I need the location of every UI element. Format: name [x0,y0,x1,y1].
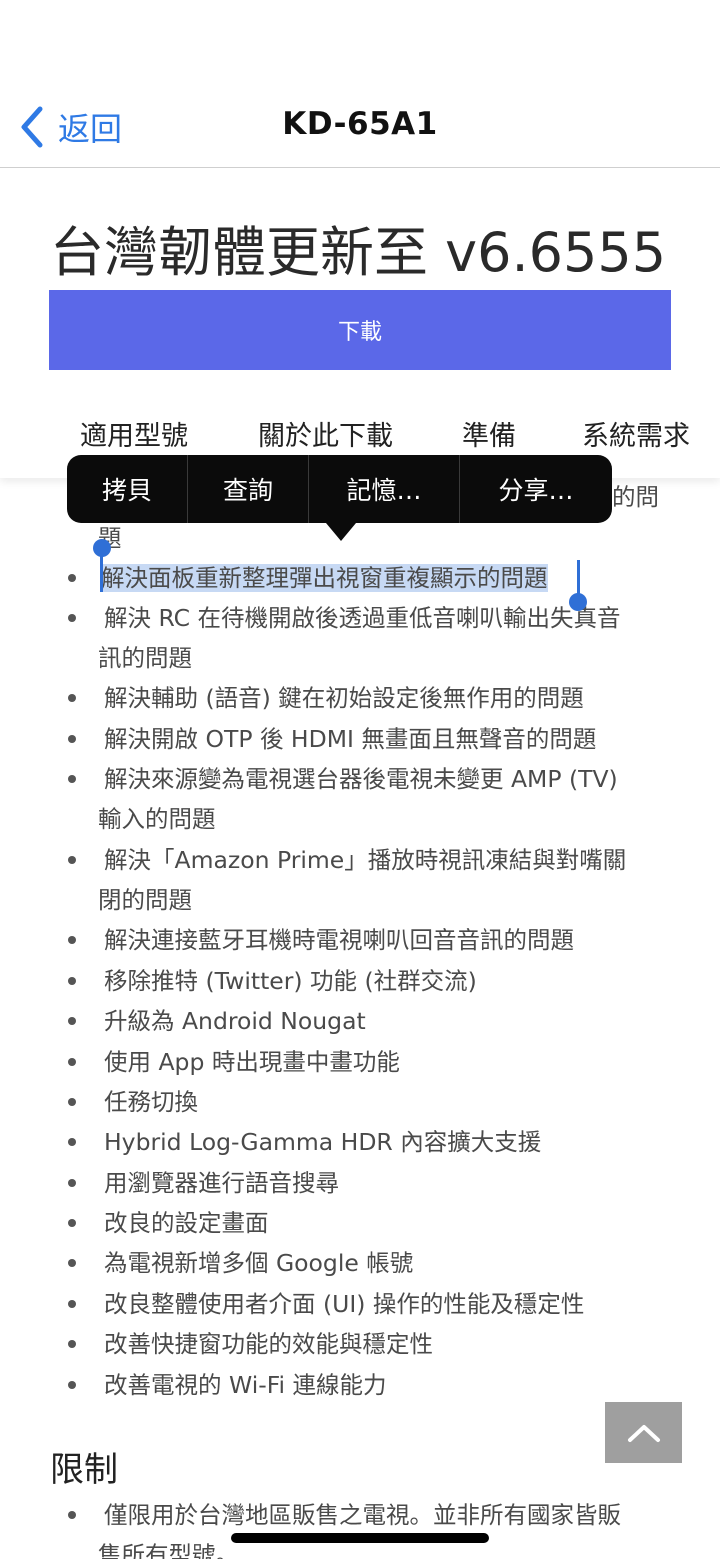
page: 返回 KD-65A1 台灣韌體更新至 v6.6555 下載 適用型號 關於此下載… [0,0,720,1559]
download-button[interactable]: 下載 [49,290,671,370]
bullet [68,735,76,743]
navigation-bar: 返回 KD-65A1 [0,0,720,168]
menu-pointer [326,523,356,541]
scroll-to-top-button[interactable] [605,1402,682,1463]
bullet [68,694,76,702]
copy-menu-item[interactable]: 拷貝 [67,455,188,523]
list-item: Hybrid Log-Gamma HDR 內容擴大支援 [104,1128,542,1156]
list-item: 改善電視的 Wi-Fi 連線能力 [104,1371,387,1399]
share-menu-item[interactable]: 分享… [460,455,612,523]
tab-about-download[interactable]: 關於此下載 [258,414,393,453]
list-item: 解決「Amazon Prime」播放時視訊凍結與對嘴關 [104,846,627,874]
bullet [68,936,76,944]
partial-line-top: 的問 [612,483,659,511]
bullet [68,1138,76,1146]
list-item: 解決來源變為電視選台器後電視未變更 AMP (TV) [104,765,618,793]
nav-title: KD-65A1 [282,106,438,142]
list-item: 解決輔助 (語音) 鍵在初始設定後無作用的問題 [104,684,584,712]
page-title: 台灣韌體更新至 v6.6555 [50,221,667,284]
list-item: 解決連接藍牙耳機時電視喇叭回音音訊的問題 [104,926,574,954]
selection-end-knob[interactable] [569,593,587,611]
list-item: 任務切換 [104,1088,198,1116]
section-title-limits: 限制 [50,1450,118,1490]
list-item: 改良的設定畫面 [104,1209,269,1237]
bullet [68,1340,76,1348]
bullet [68,1017,76,1025]
chevron-up-icon [627,1424,660,1442]
bullet [68,1300,76,1308]
text-selection-menu: 拷貝 查詢 記憶… 分享… [67,455,612,523]
home-indicator[interactable] [231,1533,489,1543]
list-item: 解決開啟 OTP 後 HDMI 無畫面且無聲音的問題 [104,725,597,753]
bullet [68,1098,76,1106]
memo-menu-item[interactable]: 記憶… [309,455,460,523]
list-item: 使用 App 時出現畫中畫功能 [104,1048,400,1076]
bullet [68,614,76,622]
lookup-menu-item[interactable]: 查詢 [188,455,309,523]
bullet [68,775,76,783]
selected-text: 解決面板重新整理彈出視窗重複顯示的問題 [101,564,548,592]
bullet [68,1179,76,1187]
list-item: 為電視新增多個 Google 帳號 [104,1249,414,1277]
list-item: 用瀏覽器進行語音搜尋 [104,1169,339,1197]
list-item: 移除推特 (Twitter) 功能 (社群交流) [104,967,477,995]
bullet [68,856,76,864]
bullet [68,977,76,985]
header-panel: 台灣韌體更新至 v6.6555 下載 適用型號 關於此下載 準備 系統需求 [0,168,720,478]
list-item: 改良整體使用者介面 (UI) 操作的性能及穩定性 [104,1290,585,1318]
tab-preparation[interactable]: 準備 [462,414,516,453]
list-item: 僅限用於台灣地區販售之電視。並非所有國家皆販 [104,1501,621,1529]
tab-compatible-models[interactable]: 適用型號 [80,414,188,453]
list-item-continuation: 訊的問題 [98,644,192,672]
bullet [68,574,76,582]
list-item: 改善快捷窗功能的效能與穩定性 [104,1330,433,1358]
selection-start-handle[interactable] [100,548,103,592]
list-item-continuation: 閉的問題 [98,886,192,914]
bullet [68,1058,76,1066]
bullet [68,1219,76,1227]
partial-line-2: 題 [98,524,122,552]
list-item-continuation: 輸入的問題 [98,805,216,833]
bullet [68,1259,76,1267]
bullet [68,1511,76,1519]
tab-system-requirements[interactable]: 系統需求 [582,414,690,453]
bullet [68,1381,76,1389]
list-item: 升級為 Android Nougat [104,1007,366,1035]
